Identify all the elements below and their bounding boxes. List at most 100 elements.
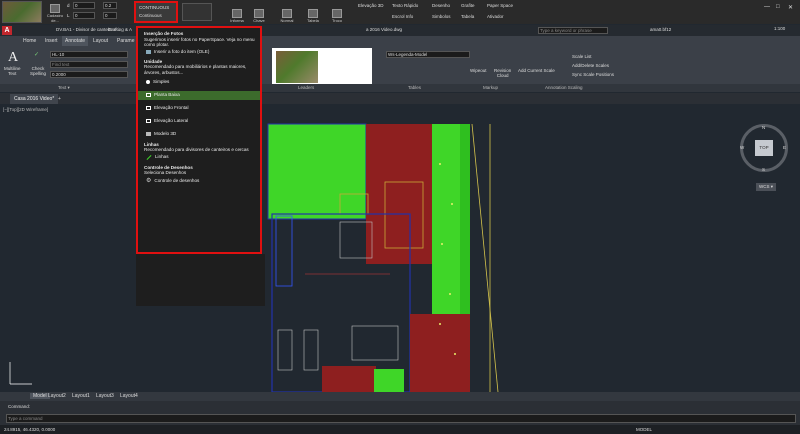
quick-grafite[interactable]: Grafite xyxy=(461,3,475,8)
item-modelo-3d[interactable]: Modelo 3D xyxy=(138,130,260,139)
workspace-switch[interactable]: Drafting & A xyxy=(108,27,132,32)
command-input[interactable]: Type a command xyxy=(6,414,796,423)
scale-list-button[interactable]: Scale List xyxy=(572,54,592,59)
tab-layout2[interactable]: Layout2 xyxy=(48,393,66,399)
status-bar: 24.8915, 46.4320, 0.0000 MODEL xyxy=(0,425,800,434)
tab-model[interactable]: Model xyxy=(30,393,50,399)
find-text-input[interactable]: Find text xyxy=(50,61,128,68)
check-spelling-button[interactable]: Check Spelling xyxy=(30,66,46,76)
command-label: Command: xyxy=(8,404,31,409)
cadastro-button[interactable]: Cadastro de... xyxy=(44,1,66,23)
chave-button[interactable]: Chave xyxy=(248,1,270,23)
quick-ativador[interactable]: Ativador xyxy=(487,14,504,19)
item-elevacao-lateral[interactable]: Elevação Lateral xyxy=(138,117,260,126)
title-bar: A DV.BA1 - Divisor de canteiro e... Draf… xyxy=(0,25,800,36)
tab-annotate[interactable]: Annotate xyxy=(62,36,89,46)
top-toolbar: Cadastro de... d 0 L 0 0.2 0 CONTINUOUS … xyxy=(0,0,800,24)
preview-tooltip xyxy=(272,48,372,86)
quick-escrol[interactable]: Escrol Info xyxy=(392,14,413,19)
annotation-scale[interactable]: 1:100 xyxy=(774,26,785,31)
normal-button[interactable]: Normal xyxy=(276,1,298,23)
side-icon xyxy=(146,119,151,124)
tab-layout1[interactable]: Layout1 xyxy=(72,393,90,399)
field-d-input[interactable]: 0 xyxy=(73,2,95,9)
tab-home[interactable]: Home xyxy=(20,36,39,46)
compass-east[interactable]: E xyxy=(783,145,786,150)
close-button[interactable]: ✕ xyxy=(788,4,793,11)
text-height-input[interactable]: 0.2000 xyxy=(50,71,128,78)
ribbon-panel-titles: Text ▾ Leaders Tables Markup Annotation … xyxy=(0,84,800,92)
tab-layout[interactable]: Layout xyxy=(90,36,111,46)
quick-tabela[interactable]: Tabela xyxy=(461,14,474,19)
plant-menu-popup: Inserção de Fotos Sugerimos inserir foto… xyxy=(136,26,262,254)
quick-paperspace[interactable]: Paper Space xyxy=(487,3,513,8)
troco-icon xyxy=(332,9,342,18)
doc-tab-casa[interactable]: Casa 2016 Video* xyxy=(10,94,59,104)
compass-north[interactable]: N xyxy=(762,125,765,130)
compass-west[interactable]: W xyxy=(740,145,744,150)
floor-plan xyxy=(9,123,499,392)
user-account[interactable]: ama0.bf12 xyxy=(650,27,671,32)
panel-text[interactable]: Text ▾ xyxy=(58,85,70,91)
tab-parametric[interactable]: Parame xyxy=(114,36,138,46)
ucs-icon xyxy=(9,362,32,385)
line-icon xyxy=(146,154,152,160)
photo-icon xyxy=(146,50,151,55)
informa-button[interactable]: Informa xyxy=(226,1,248,23)
quick-desenho[interactable]: Desenho xyxy=(432,3,450,8)
tab-insert[interactable]: Insert xyxy=(42,36,61,46)
panel-leaders[interactable]: Leaders xyxy=(298,85,314,90)
drawing-canvas[interactable]: [−][Top][2D Wireframe] TOP N S E W WCS ▾ xyxy=(0,104,800,392)
red-zone xyxy=(366,124,434,264)
popup-extension xyxy=(136,254,265,306)
item-simples[interactable]: Simples xyxy=(138,78,260,87)
quick-simbolos[interactable]: Simbolos xyxy=(432,14,451,19)
wcs-menu[interactable]: WCS ▾ xyxy=(756,183,777,191)
panel-annotation-scaling[interactable]: Annotation Scaling xyxy=(545,85,583,90)
compass-south[interactable]: S xyxy=(762,167,765,172)
text-style-select[interactable]: HL·10 xyxy=(50,51,128,58)
document-tabs: Casa 2016 Video* + xyxy=(0,93,800,104)
add-delete-scales-button[interactable]: Add/Delete Scales xyxy=(572,63,609,68)
new-tab-button[interactable]: + xyxy=(58,94,61,104)
check-spelling-icon: ✓ xyxy=(34,52,40,58)
troco-button[interactable]: Troco xyxy=(326,1,348,23)
quick-elev3d[interactable]: Elevação 3D xyxy=(358,3,384,8)
multiline-text-icon: A xyxy=(8,50,19,65)
item-planta-baixa[interactable]: Planta Baixa xyxy=(138,90,260,100)
model-space-toggle[interactable]: MODEL xyxy=(636,427,652,432)
n-icon xyxy=(282,9,292,18)
pattern-dropdown[interactable] xyxy=(182,3,212,21)
field-f-input[interactable]: 0.2 xyxy=(103,2,117,9)
viewcube-top[interactable]: TOP xyxy=(755,140,773,156)
add-scale-button[interactable]: Add Current Scale xyxy=(518,68,555,73)
linetype-selector[interactable]: CONTINUOUS Continuous xyxy=(134,1,178,23)
insert-photo-item[interactable]: Inserir a foto do item (OLE) xyxy=(138,48,260,57)
maximize-button[interactable]: □ xyxy=(776,4,780,10)
item-linhas[interactable]: Linhas xyxy=(138,153,260,162)
field-w-input[interactable]: 0 xyxy=(103,12,117,19)
cadastro-icon xyxy=(50,4,60,13)
minimize-button[interactable]: — xyxy=(764,4,770,10)
app-logo-icon[interactable]: A xyxy=(2,26,12,35)
layout-tabs: Model Layout2 Layout1 Layout3 Layout4 xyxy=(0,392,800,401)
multiline-text-button[interactable]: Multiline Text xyxy=(4,66,21,76)
item-controle-desenhos[interactable]: ⚙ Controle de desenhos xyxy=(138,176,260,185)
ribbon-tabs: Home Insert Annotate Layout Parame xyxy=(0,36,800,46)
item-elevacao-frontal[interactable]: Elevação Frontal xyxy=(138,104,260,113)
quick-texto[interactable]: Texto Rápido xyxy=(392,3,418,8)
search-input[interactable]: Type a keyword or phrase xyxy=(538,27,608,34)
tabela-button[interactable]: Tabela xyxy=(302,1,324,23)
plant-thumbnail[interactable] xyxy=(2,1,42,23)
panel-markup[interactable]: Markup xyxy=(483,85,498,90)
revision-cloud-button[interactable]: Revision Cloud xyxy=(494,68,511,78)
table-style-select[interactable]: Ws-Legenda-Model xyxy=(386,51,470,58)
tab-layout4[interactable]: Layout4 xyxy=(120,393,138,399)
sync-scale-button[interactable]: Sync Scale Positions xyxy=(572,72,614,77)
wipeout-button[interactable]: Wipeout xyxy=(470,68,487,73)
field-l-input[interactable]: 0 xyxy=(73,12,95,19)
dot-icon xyxy=(146,80,150,85)
panel-tables[interactable]: Tables xyxy=(408,85,421,90)
info-icon xyxy=(232,9,242,18)
tab-layout3[interactable]: Layout3 xyxy=(96,393,114,399)
